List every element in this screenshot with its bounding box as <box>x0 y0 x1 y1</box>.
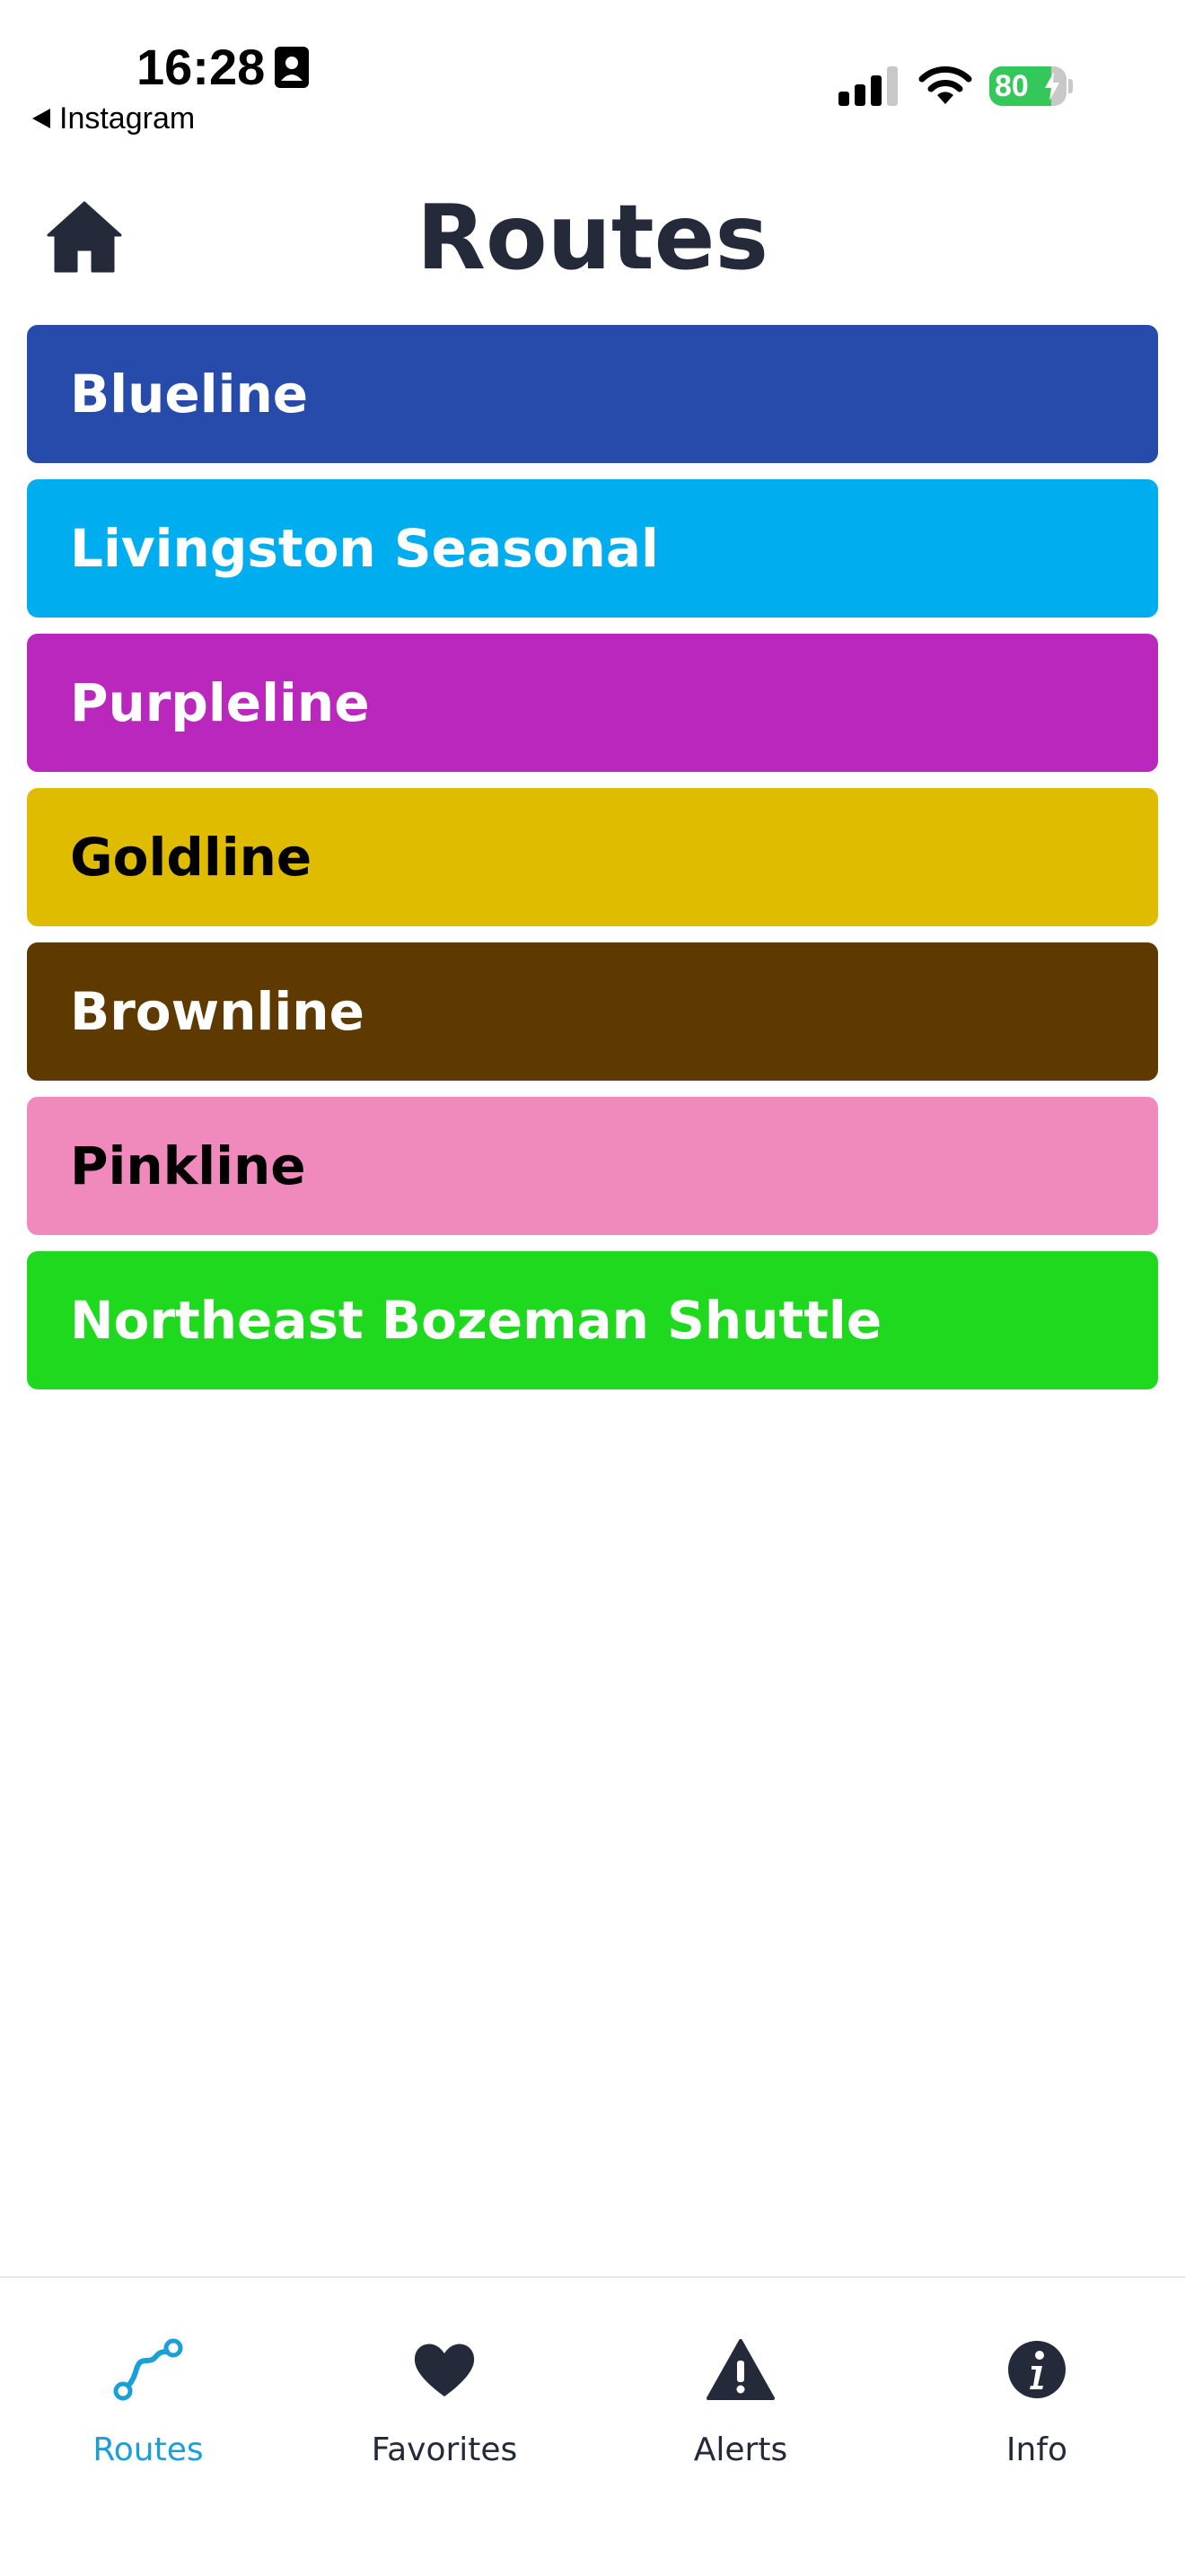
route-item[interactable]: Brownline <box>27 942 1158 1081</box>
route-item[interactable]: Blueline <box>27 325 1158 463</box>
tab-alerts[interactable]: Alerts <box>592 2278 889 2576</box>
back-arrow-icon <box>32 109 50 128</box>
route-item[interactable]: Pinkline <box>27 1097 1158 1235</box>
route-item[interactable]: Purpleline <box>27 634 1158 772</box>
battery-percentage: 80 <box>995 69 1029 103</box>
route-list: Blueline Livingston Seasonal Purpleline Gol… <box>27 325 1158 1406</box>
page-title: Routes <box>416 185 769 290</box>
tab-favorites[interactable]: Favorites <box>296 2278 592 2576</box>
route-item[interactable]: Goldline <box>27 788 1158 926</box>
charging-bolt-icon <box>1045 72 1059 101</box>
route-item[interactable]: Livingston Seasonal <box>27 479 1158 618</box>
route-name: Northeast Bozeman Shuttle <box>70 1290 882 1351</box>
tab-favorites-label: Favorites <box>371 2431 518 2468</box>
route-name: Livingston Seasonal <box>70 518 659 579</box>
tab-routes-label: Routes <box>92 2431 204 2468</box>
tab-alerts-label: Alerts <box>693 2431 788 2468</box>
cellular-signal-icon <box>838 66 898 106</box>
tab-routes[interactable]: Routes <box>0 2278 296 2576</box>
route-name: Goldline <box>70 827 312 888</box>
tab-info-label: Info <box>1005 2431 1068 2468</box>
route-name: Brownline <box>70 981 364 1042</box>
heart-icon <box>414 2344 475 2396</box>
tab-bar: Routes Favorites Alerts Info <box>0 2276 1185 2576</box>
route-item[interactable]: Northeast Bozeman Shuttle <box>27 1251 1158 1389</box>
wifi-icon <box>918 66 972 104</box>
route-icon <box>113 2338 183 2401</box>
alert-triangle-icon <box>707 2339 775 2400</box>
route-name: Blueline <box>70 364 309 425</box>
route-name: Purpleline <box>70 672 370 733</box>
id-card-icon <box>275 47 309 88</box>
back-to-app-link[interactable]: Instagram <box>32 99 195 138</box>
tab-info[interactable]: Info <box>889 2278 1185 2576</box>
status-time: 16:28 <box>136 39 266 95</box>
route-name: Pinkline <box>70 1135 306 1196</box>
battery-indicator: 80 <box>989 66 1074 106</box>
info-icon <box>1008 2341 1066 2398</box>
back-app-label: Instagram <box>59 101 196 136</box>
